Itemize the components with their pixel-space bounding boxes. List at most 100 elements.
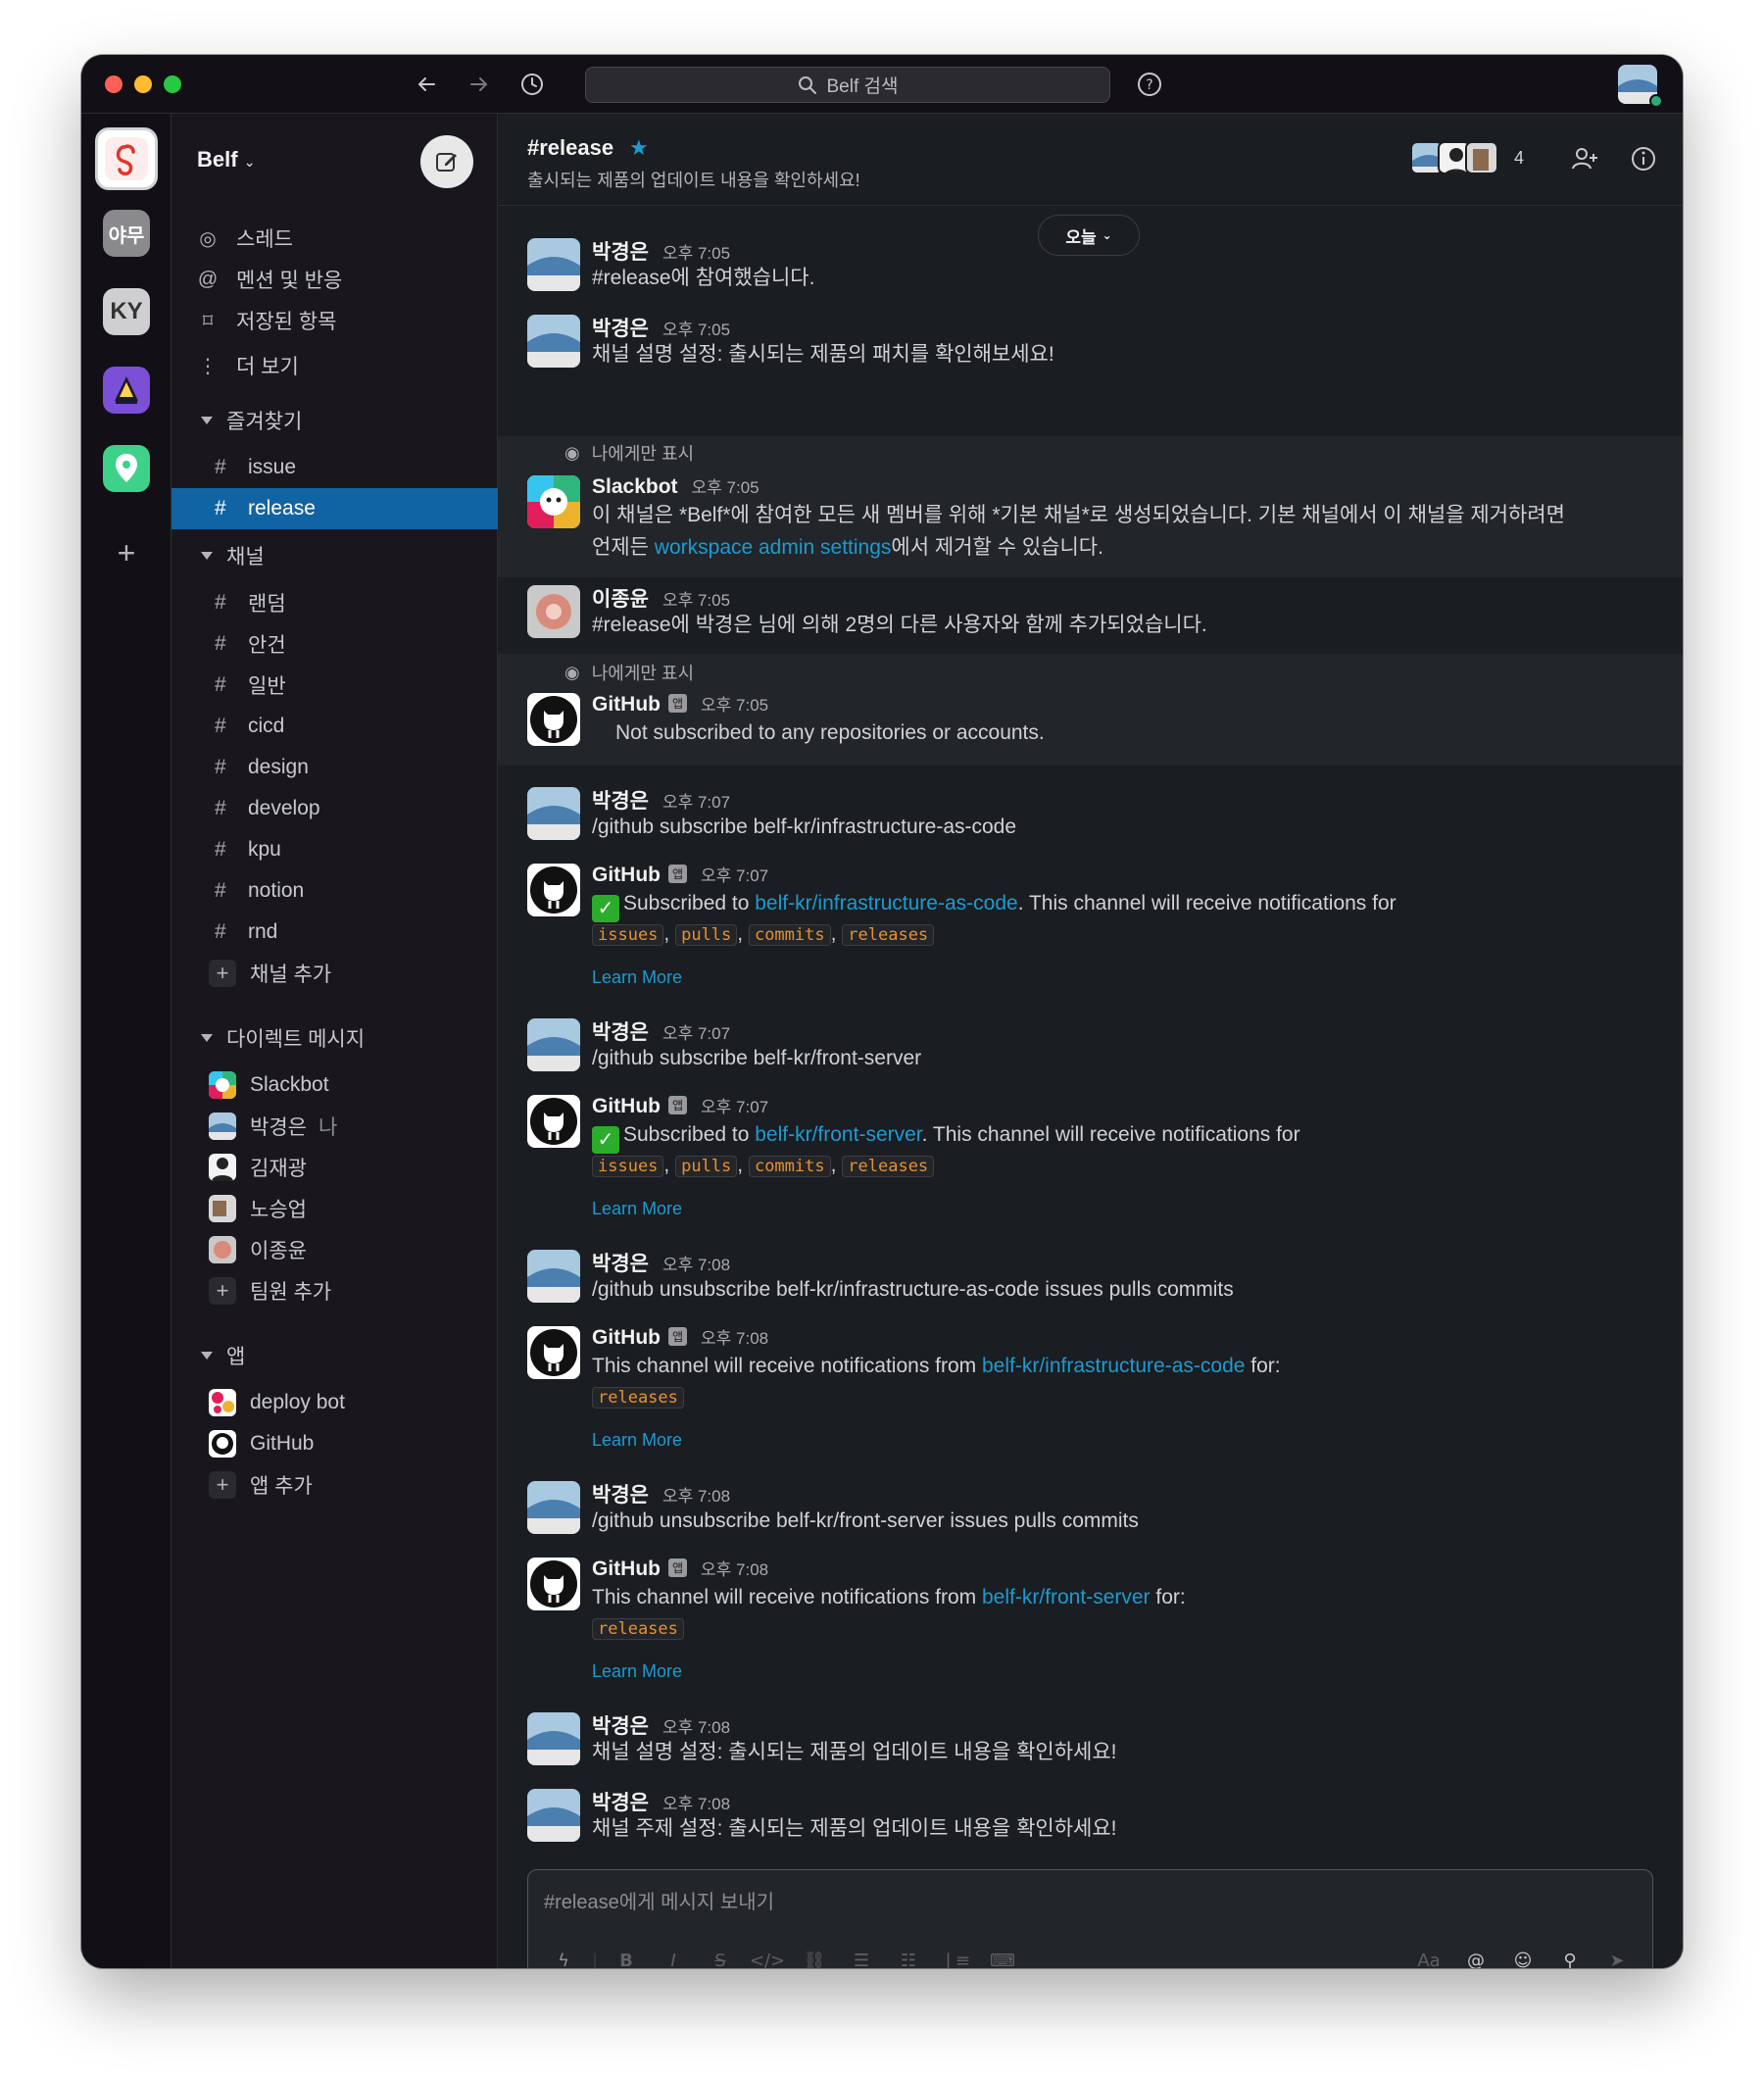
message-sender[interactable]: GitHub 앱 오후 7:08 xyxy=(592,1324,768,1350)
message-item[interactable]: ◉ 나에게만 표시 GitHub 앱 오후 7:05 Not subscribed t… xyxy=(498,654,1683,766)
add-member-button[interactable]: + 팀원 추가 xyxy=(172,1270,498,1311)
sidebar-item-mentions[interactable]: @ 멘션 및 반응 xyxy=(172,259,498,300)
slackbot-avatar[interactable] xyxy=(527,475,580,528)
app-deploy-bot[interactable]: deploy bot xyxy=(172,1382,498,1423)
italic-icon[interactable]: I xyxy=(650,1943,697,1969)
star-icon[interactable]: ★ xyxy=(629,135,649,161)
channel-agenda[interactable]: # 안건 xyxy=(172,623,498,665)
send-icon[interactable]: ➤ xyxy=(1593,1943,1641,1969)
maximize-window-button[interactable] xyxy=(164,75,181,93)
message-item[interactable]: 박경은 오후 7:05 #release에 참여했습니다. xyxy=(498,236,1683,311)
workspace-tree[interactable] xyxy=(103,367,150,414)
workspace-pin[interactable] xyxy=(103,445,150,492)
channel-develop[interactable]: # develop xyxy=(172,788,498,829)
app-github[interactable]: GitHub xyxy=(172,1423,498,1464)
user-avatar[interactable] xyxy=(527,1018,580,1071)
user-avatar[interactable] xyxy=(527,1789,580,1842)
forward-arrow-icon[interactable] xyxy=(464,69,495,100)
dm-self[interactable]: 박경은 나 xyxy=(172,1106,498,1147)
message-item[interactable]: 박경은 오후 7:08 /github unsubscribe belf-kr/i… xyxy=(498,1248,1683,1322)
message-item[interactable]: GitHub 앱 오후 7:08 This channel will receive… xyxy=(498,1324,1683,1483)
user-avatar[interactable] xyxy=(527,315,580,368)
compose-button[interactable] xyxy=(420,135,473,188)
section-favorites[interactable]: 즐겨찾기 xyxy=(172,400,498,441)
info-icon[interactable] xyxy=(1626,141,1661,176)
user-avatar[interactable] xyxy=(527,1250,580,1303)
message-item[interactable]: 이종윤 오후 7:05 #release에 박경은 님에 의해 2명의 다른 사용… xyxy=(498,583,1683,658)
dm-lee[interactable]: 이종윤 xyxy=(172,1229,498,1270)
message-sender[interactable]: GitHub 앱 오후 7:07 xyxy=(592,862,768,887)
history-clock-icon[interactable] xyxy=(516,69,548,100)
channel-general[interactable]: # 일반 xyxy=(172,665,498,706)
channel-design[interactable]: # design xyxy=(172,747,498,788)
repo-link[interactable]: belf-kr/front-server xyxy=(755,1123,921,1146)
help-icon[interactable]: ? xyxy=(1134,69,1165,100)
workspace-yamu[interactable]: 야무 xyxy=(103,210,150,257)
message-sender[interactable]: GitHub 앱 오후 7:05 xyxy=(592,691,768,717)
message-item[interactable]: GitHub 앱 오후 7:08 This channel will receive… xyxy=(498,1556,1683,1714)
mention-icon[interactable]: @ xyxy=(1452,1943,1499,1969)
github-avatar[interactable] xyxy=(527,1558,580,1610)
attachment-icon[interactable]: ⚲ xyxy=(1546,1943,1593,1969)
channel-kpu[interactable]: # kpu xyxy=(172,829,498,870)
add-app-button[interactable]: + 앱 추가 xyxy=(172,1464,498,1506)
message-item[interactable]: GitHub 앱 오후 7:07 ✓ Subscribed to belf-kr/fr… xyxy=(498,1093,1683,1252)
search-bar[interactable]: Belf 검색 xyxy=(585,67,1110,103)
message-item[interactable]: 박경은 오후 7:05 채널 설명 설정: 출시되는 제품의 패치를 확인해보세요… xyxy=(498,313,1683,387)
admin-settings-link[interactable]: workspace admin settings xyxy=(655,536,892,559)
message-sender[interactable]: GitHub 앱 오후 7:08 xyxy=(592,1556,768,1581)
workspace-belf[interactable] xyxy=(95,127,158,190)
code-icon[interactable]: </> xyxy=(744,1943,791,1969)
text-format-icon[interactable]: Aa xyxy=(1405,1943,1452,1969)
strikethrough-icon[interactable]: S xyxy=(697,1943,744,1969)
bullet-list-icon[interactable]: ☷ xyxy=(885,1943,932,1969)
github-avatar[interactable] xyxy=(527,1095,580,1148)
workspace-name-menu[interactable]: Belf ⌄ xyxy=(197,147,255,173)
user-avatar[interactable] xyxy=(527,238,580,291)
back-arrow-icon[interactable] xyxy=(411,69,442,100)
member-list-button[interactable]: 4 xyxy=(1409,141,1524,174)
github-avatar[interactable] xyxy=(527,1326,580,1379)
dm-kim[interactable]: 김재광 xyxy=(172,1147,498,1188)
ordered-list-icon[interactable]: ☰ xyxy=(838,1943,885,1969)
learn-more-link[interactable]: Learn More xyxy=(592,1199,682,1219)
github-avatar[interactable] xyxy=(527,693,580,746)
learn-more-link[interactable]: Learn More xyxy=(592,1430,682,1451)
channel-topic[interactable]: 출시되는 제품의 업데이트 내용을 확인하세요! xyxy=(527,167,860,192)
message-item[interactable]: 박경은 오후 7:08 /github unsubscribe belf-kr/f… xyxy=(498,1479,1683,1554)
repo-link[interactable]: belf-kr/infrastructure-as-code xyxy=(982,1355,1245,1377)
section-direct-messages[interactable]: 다이렉트 메시지 xyxy=(172,1017,498,1059)
learn-more-link[interactable]: Learn More xyxy=(592,1661,682,1682)
channel-issue[interactable]: # issue xyxy=(172,447,498,488)
minimize-window-button[interactable] xyxy=(134,75,152,93)
link-icon[interactable]: ⛓ xyxy=(791,1943,838,1969)
bold-icon[interactable]: B xyxy=(603,1943,650,1969)
message-sender[interactable]: Slackbot 오후 7:05 xyxy=(592,473,760,499)
channel-random[interactable]: # 랜덤 xyxy=(172,582,498,623)
user-avatar[interactable] xyxy=(527,787,580,840)
section-channels[interactable]: 채널 xyxy=(172,535,498,576)
close-window-button[interactable] xyxy=(105,75,122,93)
sidebar-item-saved[interactable]: ⌑ 저장된 항목 xyxy=(172,300,498,341)
learn-more-link[interactable]: Learn More xyxy=(592,967,682,988)
add-workspace-plus-icon[interactable]: + xyxy=(103,529,150,576)
user-avatar[interactable] xyxy=(527,1712,580,1765)
dm-noh[interactable]: 노승업 xyxy=(172,1188,498,1229)
shortcuts-lightning-icon[interactable]: ϟ xyxy=(540,1943,587,1969)
blockquote-icon[interactable]: ❘≡ xyxy=(932,1943,979,1969)
message-item[interactable]: 박경은 오후 7:08 채널 주제 설정: 출시되는 제품의 업데이트 내용을 확… xyxy=(498,1787,1683,1861)
channel-rnd[interactable]: # rnd xyxy=(172,912,498,953)
section-apps[interactable]: 앱 xyxy=(172,1335,498,1376)
message-sender[interactable]: GitHub 앱 오후 7:07 xyxy=(592,1093,768,1118)
code-block-icon[interactable]: ⌨ xyxy=(979,1943,1026,1969)
message-input[interactable]: #release에게 메시지 보내기 xyxy=(544,1886,774,1914)
user-avatar[interactable] xyxy=(527,585,580,638)
channel-title[interactable]: #release xyxy=(527,135,613,161)
message-item[interactable]: 박경은 오후 7:08 채널 설명 설정: 출시되는 제품의 업데이트 내용을 확… xyxy=(498,1710,1683,1785)
repo-link[interactable]: belf-kr/front-server xyxy=(982,1586,1151,1608)
message-item[interactable]: GitHub 앱 오후 7:07 ✓ Subscribed to belf-kr/in… xyxy=(498,862,1683,1020)
add-member-icon[interactable] xyxy=(1567,141,1602,176)
channel-release[interactable]: # release xyxy=(172,488,498,529)
channel-notion[interactable]: # notion xyxy=(172,870,498,912)
github-avatar[interactable] xyxy=(527,864,580,916)
